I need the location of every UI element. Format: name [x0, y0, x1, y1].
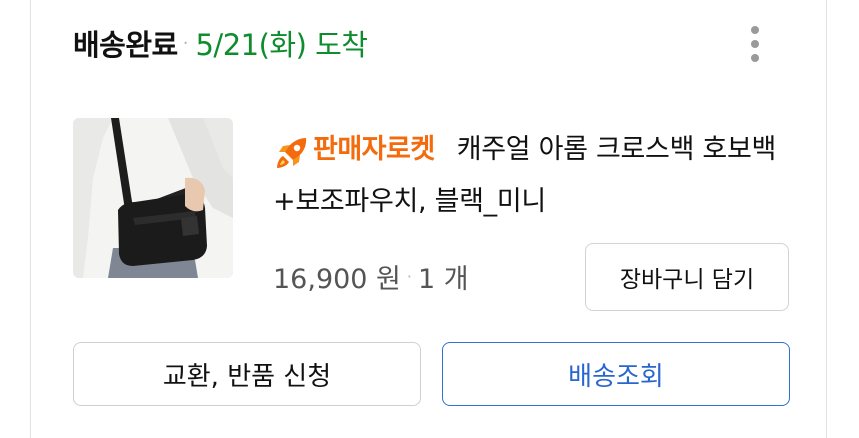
more-dot-bottom — [751, 54, 759, 62]
header-separator: · — [182, 32, 189, 54]
delivery-status: 배송완료 — [73, 28, 178, 62]
track-delivery-button[interactable]: 배송조회 — [442, 342, 790, 406]
order-header: 배송완료 · 5/21(화) 도착 — [73, 18, 368, 68]
arrival-date: 5/21(화) 도착 — [195, 28, 368, 62]
product-price: 16,900 원 — [273, 263, 401, 295]
order-card: 배송완료 · 5/21(화) 도착 판매자로켓 캐주얼 아롬 크로스백 호보백 … — [30, 0, 827, 438]
product-quantity: 1 개 — [418, 263, 469, 295]
more-dot-top — [751, 26, 759, 34]
exchange-return-button[interactable]: 교환, 반품 신청 — [73, 342, 421, 406]
product-title[interactable]: 판매자로켓 캐주얼 아롬 크로스백 호보백 +보조파우치, 블랙_미니 — [273, 124, 803, 228]
seller-rocket-badge: 판매자로켓 — [273, 124, 435, 176]
rocket-label: 판매자로켓 — [313, 134, 435, 165]
price-row: 16,900 원 · 1 개 — [273, 254, 469, 298]
more-vertical-icon[interactable] — [741, 24, 769, 64]
product-photo — [73, 118, 233, 278]
more-dot-middle — [751, 40, 759, 48]
add-to-cart-button[interactable]: 장바구니 담기 — [585, 243, 789, 311]
rocket-icon — [277, 138, 307, 168]
price-separator: · — [406, 266, 412, 286]
product-thumbnail[interactable] — [73, 118, 233, 278]
